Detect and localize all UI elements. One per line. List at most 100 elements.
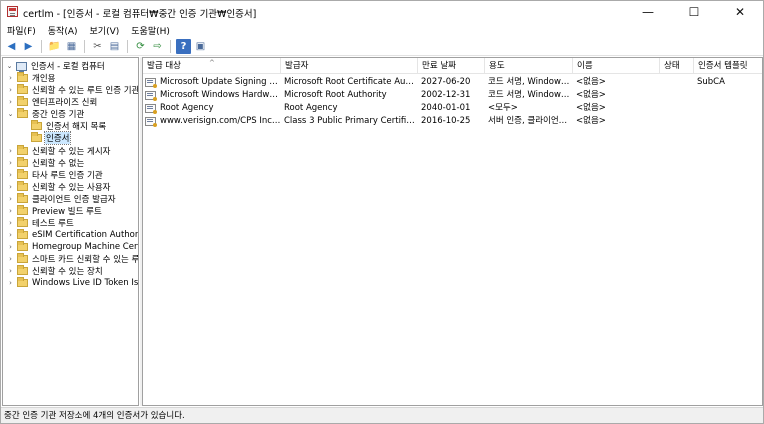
- tree-item-test-roots[interactable]: › 테스트 루트: [6, 217, 75, 229]
- column-certificate-template[interactable]: 인증서 템플릿: [694, 58, 762, 74]
- window-title: certlm - [인증서 - 로컬 컴퓨터₩중간 인증 기관₩인증서]: [23, 9, 257, 20]
- menu-bar: 파일(F) 동작(A) 보기(V) 도움말(H): [1, 23, 763, 38]
- tree-item-third-party-root[interactable]: › 타사 루트 인증 기관: [6, 169, 104, 181]
- tree-item-label: 스마트 카드 신뢰할 수 있는 루트: [32, 255, 139, 265]
- tree-item-trusted-devices[interactable]: › 신뢰할 수 있는 장치: [6, 265, 104, 277]
- expand-chevron-icon[interactable]: ›: [6, 219, 15, 228]
- expand-chevron-icon[interactable]: ›: [6, 159, 15, 168]
- cut-icon[interactable]: ✂: [90, 39, 105, 54]
- expand-chevron-icon[interactable]: ›: [6, 195, 15, 204]
- tree-item-personal[interactable]: › 개인용: [6, 72, 56, 84]
- expand-chevron-icon[interactable]: ›: [6, 255, 15, 264]
- cell-friendly-name: <없음>: [576, 103, 606, 113]
- collapse-chevron-icon[interactable]: ⌄: [5, 62, 14, 71]
- refresh-icon[interactable]: ⟳: [133, 39, 148, 54]
- expand-chevron-icon[interactable]: ›: [6, 243, 15, 252]
- column-intended-purposes[interactable]: 용도: [485, 58, 573, 74]
- tree-item-trusted-publishers[interactable]: › 신뢰할 수 있는 게시자: [6, 145, 112, 157]
- tree-item-label: eSIM Certification Authorities: [32, 230, 139, 240]
- expand-chevron-icon[interactable]: ›: [6, 279, 15, 288]
- tree-item-intermediate-ca[interactable]: ⌄ 중간 인증 기관: [6, 108, 85, 120]
- tree-pane[interactable]: ⌄ 인증서 - 로컬 컴퓨터 › 개인용 › 신뢰할 수 있는 루트 인증 기관…: [2, 57, 139, 406]
- up-folder-icon[interactable]: 📁: [47, 39, 62, 54]
- cell-issued-by: Root Agency: [284, 103, 338, 113]
- expand-chevron-icon[interactable]: ›: [6, 98, 15, 107]
- column-status[interactable]: 상태: [660, 58, 694, 74]
- expand-chevron-icon[interactable]: ›: [6, 74, 15, 83]
- folder-icon: [17, 265, 28, 275]
- tree-root-label: 인증서 - 로컬 컴퓨터: [31, 62, 105, 72]
- help-icon[interactable]: ?: [176, 39, 191, 54]
- sort-ascending-icon: ^: [209, 59, 215, 67]
- export-list-icon[interactable]: ⇨: [150, 39, 165, 54]
- cell-issued-by: Class 3 Public Primary Certification Aut…: [284, 116, 416, 126]
- table-row[interactable]: Microsoft Update Signing CA 2.1 Microsof…: [143, 76, 762, 89]
- menu-help[interactable]: 도움말(H): [125, 24, 176, 37]
- column-label: 발급 대상: [147, 61, 181, 71]
- cell-certificate-template: [694, 115, 762, 128]
- cell-friendly-name: <없음>: [576, 90, 606, 100]
- folder-icon: [17, 145, 28, 155]
- forward-arrow-icon[interactable]: ▶: [21, 39, 36, 54]
- table-row[interactable]: Microsoft Windows Hardware Compatibility…: [143, 89, 762, 102]
- expand-chevron-icon[interactable]: ›: [6, 171, 15, 180]
- minimize-button[interactable]: —: [625, 1, 671, 23]
- toolbar: ◀ ▶ 📁 ▦ ✂ ▤ ⟳ ⇨ ? ▣: [1, 38, 763, 56]
- close-button[interactable]: ✕: [717, 1, 763, 23]
- toolbar-separator: [41, 40, 42, 53]
- menu-view[interactable]: 보기(V): [84, 24, 126, 37]
- column-issued-by[interactable]: 발급자: [281, 58, 418, 74]
- console-window-icon[interactable]: ▣: [193, 39, 208, 54]
- cell-certificate-template: SubCA: [697, 77, 725, 87]
- expand-chevron-icon[interactable]: ›: [6, 86, 15, 95]
- expand-chevron-icon[interactable]: ›: [6, 231, 15, 240]
- column-friendly-name[interactable]: 이름: [573, 58, 660, 74]
- tree-item-smart-card-roots[interactable]: › 스마트 카드 신뢰할 수 있는 루트: [6, 253, 139, 265]
- expand-chevron-icon[interactable]: ›: [6, 183, 15, 192]
- folder-icon: [31, 132, 42, 142]
- properties-icon[interactable]: ▤: [107, 39, 122, 54]
- table-row[interactable]: www.verisign.com/CPS Incorp.by Ref. LIAB…: [143, 115, 762, 128]
- tree-item-untrusted[interactable]: › 신뢰할 수 없는: [6, 157, 85, 169]
- collapse-chevron-icon[interactable]: ⌄: [6, 110, 15, 119]
- certificate-list-pane[interactable]: 발급 대상 ^ 발급자 만료 날짜 용도 이름 상태 인증서 템플릿 Micro…: [142, 57, 763, 406]
- cell-expiration-date: 2002-12-31: [421, 90, 471, 100]
- cell-intended-purposes: 코드 서명, Windows Hardware: [488, 90, 571, 100]
- tree-item-enterprise-trust[interactable]: › 엔터프라이즈 신뢰: [6, 96, 98, 108]
- tree-item-certificates[interactable]: 인증서: [20, 131, 72, 145]
- folder-icon: [17, 229, 28, 239]
- toolbar-separator: [170, 40, 171, 53]
- tree-root[interactable]: ⌄ 인증서 - 로컬 컴퓨터: [5, 60, 106, 73]
- tree-item-label: 신뢰할 수 있는 장치: [32, 267, 103, 277]
- menu-action[interactable]: 동작(A): [42, 24, 84, 37]
- show-hide-tree-icon[interactable]: ▦: [64, 39, 79, 54]
- menu-file[interactable]: 파일(F): [1, 24, 42, 37]
- folder-icon: [17, 72, 28, 82]
- tree-item-label: 테스트 루트: [32, 219, 74, 229]
- tree-item-label: 인증서 해지 목록: [46, 122, 107, 132]
- tree-item-trusted-root[interactable]: › 신뢰할 수 있는 루트 인증 기관: [6, 84, 138, 96]
- folder-icon: [17, 277, 28, 287]
- cell-issued-to: Microsoft Update Signing CA 2.1: [160, 77, 281, 87]
- column-expiration-date[interactable]: 만료 날짜: [418, 58, 485, 74]
- expand-chevron-icon[interactable]: ›: [6, 267, 15, 276]
- tree-item-client-auth-issuers[interactable]: › 클라이언트 인증 발급자: [6, 193, 117, 205]
- toolbar-separator: [84, 40, 85, 53]
- back-arrow-icon[interactable]: ◀: [4, 39, 19, 54]
- table-row[interactable]: Root Agency Root Agency 2040-01-01 <모두> …: [143, 102, 762, 115]
- expand-chevron-icon[interactable]: ›: [6, 207, 15, 216]
- tree-item-crl[interactable]: 인증서 해지 목록: [20, 120, 107, 132]
- tree-item-esim-ca[interactable]: › eSIM Certification Authorities: [6, 229, 139, 241]
- tree-item-trusted-people[interactable]: › 신뢰할 수 있는 사용자: [6, 181, 112, 193]
- tree-item-label: 중간 인증 기관: [32, 110, 85, 120]
- column-issued-to[interactable]: 발급 대상 ^: [143, 58, 281, 74]
- maximize-button[interactable]: ☐: [671, 1, 717, 23]
- tree-item-label: 신뢰할 수 있는 게시자: [32, 147, 111, 157]
- tree-item-homegroup[interactable]: › Homegroup Machine Certificates: [6, 241, 138, 253]
- tree-item-preview-build-roots[interactable]: › Preview 빌드 루트: [6, 205, 103, 217]
- tree-item-windows-live-id[interactable]: › Windows Live ID Token Issuer: [6, 277, 139, 289]
- tree-item-label: Windows Live ID Token Issuer: [32, 278, 139, 288]
- tree-item-label: 엔터프라이즈 신뢰: [32, 98, 98, 108]
- title-bar[interactable]: certlm - [인증서 - 로컬 컴퓨터₩중간 인증 기관₩인증서] — ☐…: [1, 1, 763, 23]
- expand-chevron-icon[interactable]: ›: [6, 147, 15, 156]
